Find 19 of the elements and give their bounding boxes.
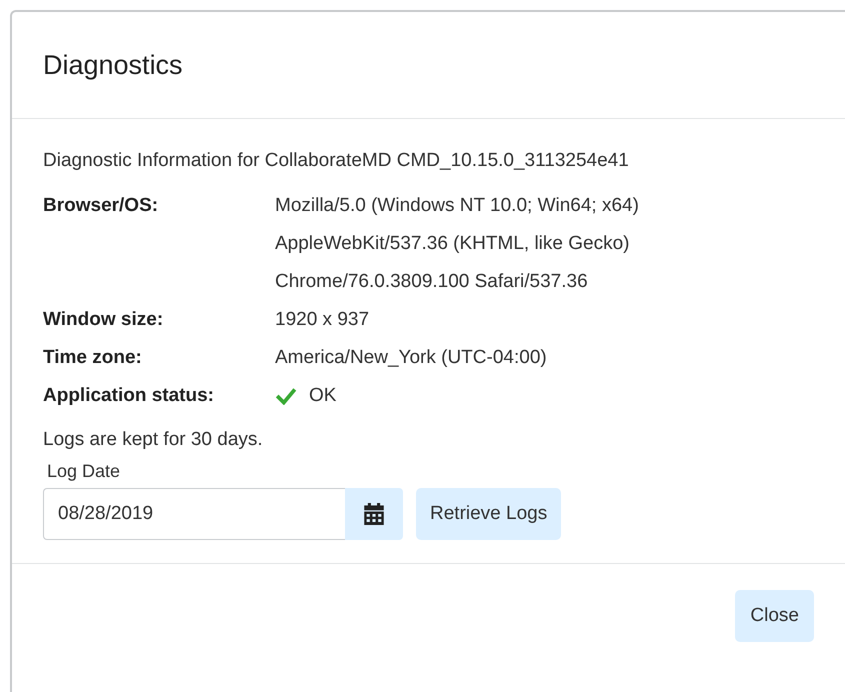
intro-text: Diagnostic Information for CollaborateMD CMD_10.15.0_3113254e41 bbox=[43, 149, 630, 173]
field-label: Application status: bbox=[43, 384, 216, 408]
field-value: 1920 x 937 bbox=[275, 308, 370, 332]
field-value: Chrome/76.0.3809.100 Safari/537.36 bbox=[275, 270, 588, 294]
date-input[interactable]: 08/28/2019 bbox=[43, 488, 345, 540]
field-value: AppleWebKit/537.36 (KHTML, like Gecko) bbox=[275, 232, 630, 256]
field-value: America/New_York (UTC-04:00) bbox=[275, 346, 547, 370]
calendar-icon bbox=[364, 503, 384, 525]
field-label: Window size: bbox=[43, 308, 164, 332]
status-text: OK bbox=[309, 384, 336, 408]
calendar-button[interactable] bbox=[345, 488, 403, 540]
field-label: Browser/OS: bbox=[43, 194, 160, 218]
field-label: Log Date bbox=[47, 460, 120, 483]
close-button[interactable]: Close bbox=[735, 590, 814, 642]
dialog-title: Diagnostics bbox=[43, 50, 183, 80]
field-label: Time zone: bbox=[43, 346, 143, 370]
retention-note: Logs are kept for 30 days. bbox=[43, 428, 264, 452]
retrieve-logs-button[interactable]: Retrieve Logs bbox=[416, 488, 562, 540]
field-value: Mozilla/5.0 (Windows NT 10.0; Win64; x64) bbox=[275, 194, 639, 218]
